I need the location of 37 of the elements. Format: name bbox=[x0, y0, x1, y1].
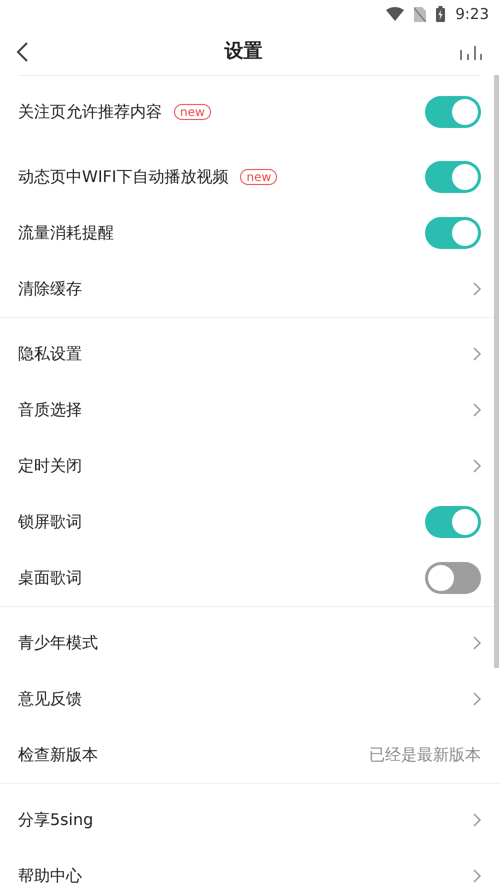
new-badge: new bbox=[240, 169, 278, 185]
chevron-right-icon bbox=[473, 813, 481, 827]
new-badge: new bbox=[174, 104, 211, 120]
setting-label: 定时关闭 bbox=[18, 455, 82, 477]
equalizer-icon[interactable] bbox=[459, 44, 483, 60]
no-sim-icon bbox=[414, 6, 426, 22]
setting-label: 青少年模式 bbox=[18, 632, 98, 654]
version-status: 已经是最新版本 bbox=[369, 744, 481, 766]
chevron-right-icon bbox=[473, 347, 481, 361]
toggle-switch[interactable] bbox=[425, 506, 481, 538]
setting-label: 动态页中WIFI下自动播放视频 bbox=[18, 166, 228, 188]
chevron-right-icon bbox=[473, 282, 481, 296]
chevron-right-icon bbox=[473, 636, 481, 650]
setting-label: 分享5sing bbox=[18, 809, 94, 831]
setting-label: 检查新版本 bbox=[18, 744, 98, 766]
chevron-right-icon bbox=[473, 459, 481, 473]
toggle-switch[interactable] bbox=[425, 217, 481, 249]
setting-label: 锁屏歌词 bbox=[18, 511, 82, 533]
chevron-right-icon bbox=[473, 692, 481, 706]
setting-label: 关注页允许推荐内容 bbox=[18, 101, 162, 123]
setting-label: 音质选择 bbox=[18, 399, 82, 421]
setting-label: 桌面歌词 bbox=[18, 567, 82, 589]
setting-label: 隐私设置 bbox=[18, 343, 82, 365]
setting-label: 意见反馈 bbox=[18, 688, 82, 710]
chevron-right-icon bbox=[473, 403, 481, 417]
setting-label: 帮助中心 bbox=[18, 865, 82, 887]
setting-label: 流量消耗提醒 bbox=[18, 222, 114, 244]
toggle-switch[interactable] bbox=[425, 562, 481, 594]
toggle-switch[interactable] bbox=[425, 161, 481, 193]
battery-icon bbox=[436, 6, 446, 22]
chevron-right-icon bbox=[473, 869, 481, 883]
setting-label: 清除缓存 bbox=[18, 278, 82, 300]
page-title: 设置 bbox=[224, 39, 262, 64]
wifi-icon bbox=[386, 7, 404, 21]
clock: 9:23 bbox=[455, 4, 489, 25]
toggle-switch[interactable] bbox=[425, 96, 481, 128]
back-icon[interactable] bbox=[16, 42, 28, 62]
